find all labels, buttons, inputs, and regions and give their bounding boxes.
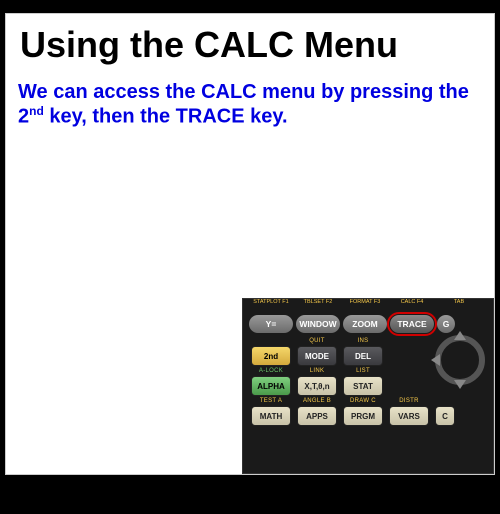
label-tblset: TBLSET F2	[296, 299, 340, 305]
stat-button[interactable]: STAT	[343, 376, 383, 396]
label-distr: DISTR	[399, 398, 419, 405]
xt-button[interactable]: X,T,θ,n	[297, 376, 337, 396]
y-equals-button[interactable]: Y=	[249, 315, 293, 333]
calculator-image: STATPLOT F1 TBLSET F2 FORMAT F3 CALC F4 …	[242, 298, 494, 474]
label-ins: INS	[358, 338, 369, 345]
dpad-ring-icon	[435, 335, 485, 385]
alpha-button[interactable]: ALPHA	[251, 376, 291, 396]
math-button[interactable]: MATH	[251, 406, 291, 426]
slide-body: We can access the CALC menu by pressing …	[6, 72, 494, 129]
label-statplot: STATPLOT F1	[249, 299, 293, 305]
arrow-down-icon	[454, 380, 466, 389]
button-row-4: TEST AMATH ANGLE BAPPS DRAW CPRGM DISTRV…	[243, 397, 493, 427]
label-draw: DRAW C	[350, 398, 376, 405]
label-format: FORMAT F3	[343, 299, 387, 305]
highlight-ring-icon	[387, 312, 437, 336]
mode-button[interactable]: MODE	[297, 346, 337, 366]
slide-title: Using the CALC Menu	[6, 14, 494, 72]
arrow-up-icon	[454, 331, 466, 340]
label-list: LIST	[356, 368, 370, 375]
superscript-nd: nd	[29, 104, 44, 118]
top-label-row: STATPLOT F1 TBLSET F2 FORMAT F3 CALC F4 …	[243, 299, 493, 305]
vars-button[interactable]: VARS	[389, 406, 429, 426]
window-button[interactable]: WINDOW	[296, 315, 340, 333]
label-link: LINK	[310, 368, 325, 375]
body-part-2: key, then the TRACE key.	[44, 106, 288, 128]
zoom-button[interactable]: ZOOM	[343, 315, 387, 333]
label-quit: QUIT	[309, 338, 325, 345]
label-alock: A-LOCK	[259, 368, 283, 375]
second-button[interactable]: 2nd	[251, 346, 291, 366]
apps-button[interactable]: APPS	[297, 406, 337, 426]
del-button[interactable]: DEL	[343, 346, 383, 366]
prgm-button[interactable]: PRGM	[343, 406, 383, 426]
label-angle: ANGLE B	[303, 398, 331, 405]
label-tab: TAB	[437, 299, 481, 305]
graph-button-partial[interactable]: G	[437, 315, 455, 333]
trace-button[interactable]: TRACE	[390, 315, 434, 333]
label-test: TEST A	[260, 398, 282, 405]
dpad[interactable]	[433, 333, 487, 387]
clear-button-partial[interactable]: C	[435, 406, 455, 426]
arrow-left-icon	[431, 354, 440, 366]
slide: Using the CALC Menu We can access the CA…	[6, 14, 494, 474]
label-calc: CALC F4	[390, 299, 434, 305]
